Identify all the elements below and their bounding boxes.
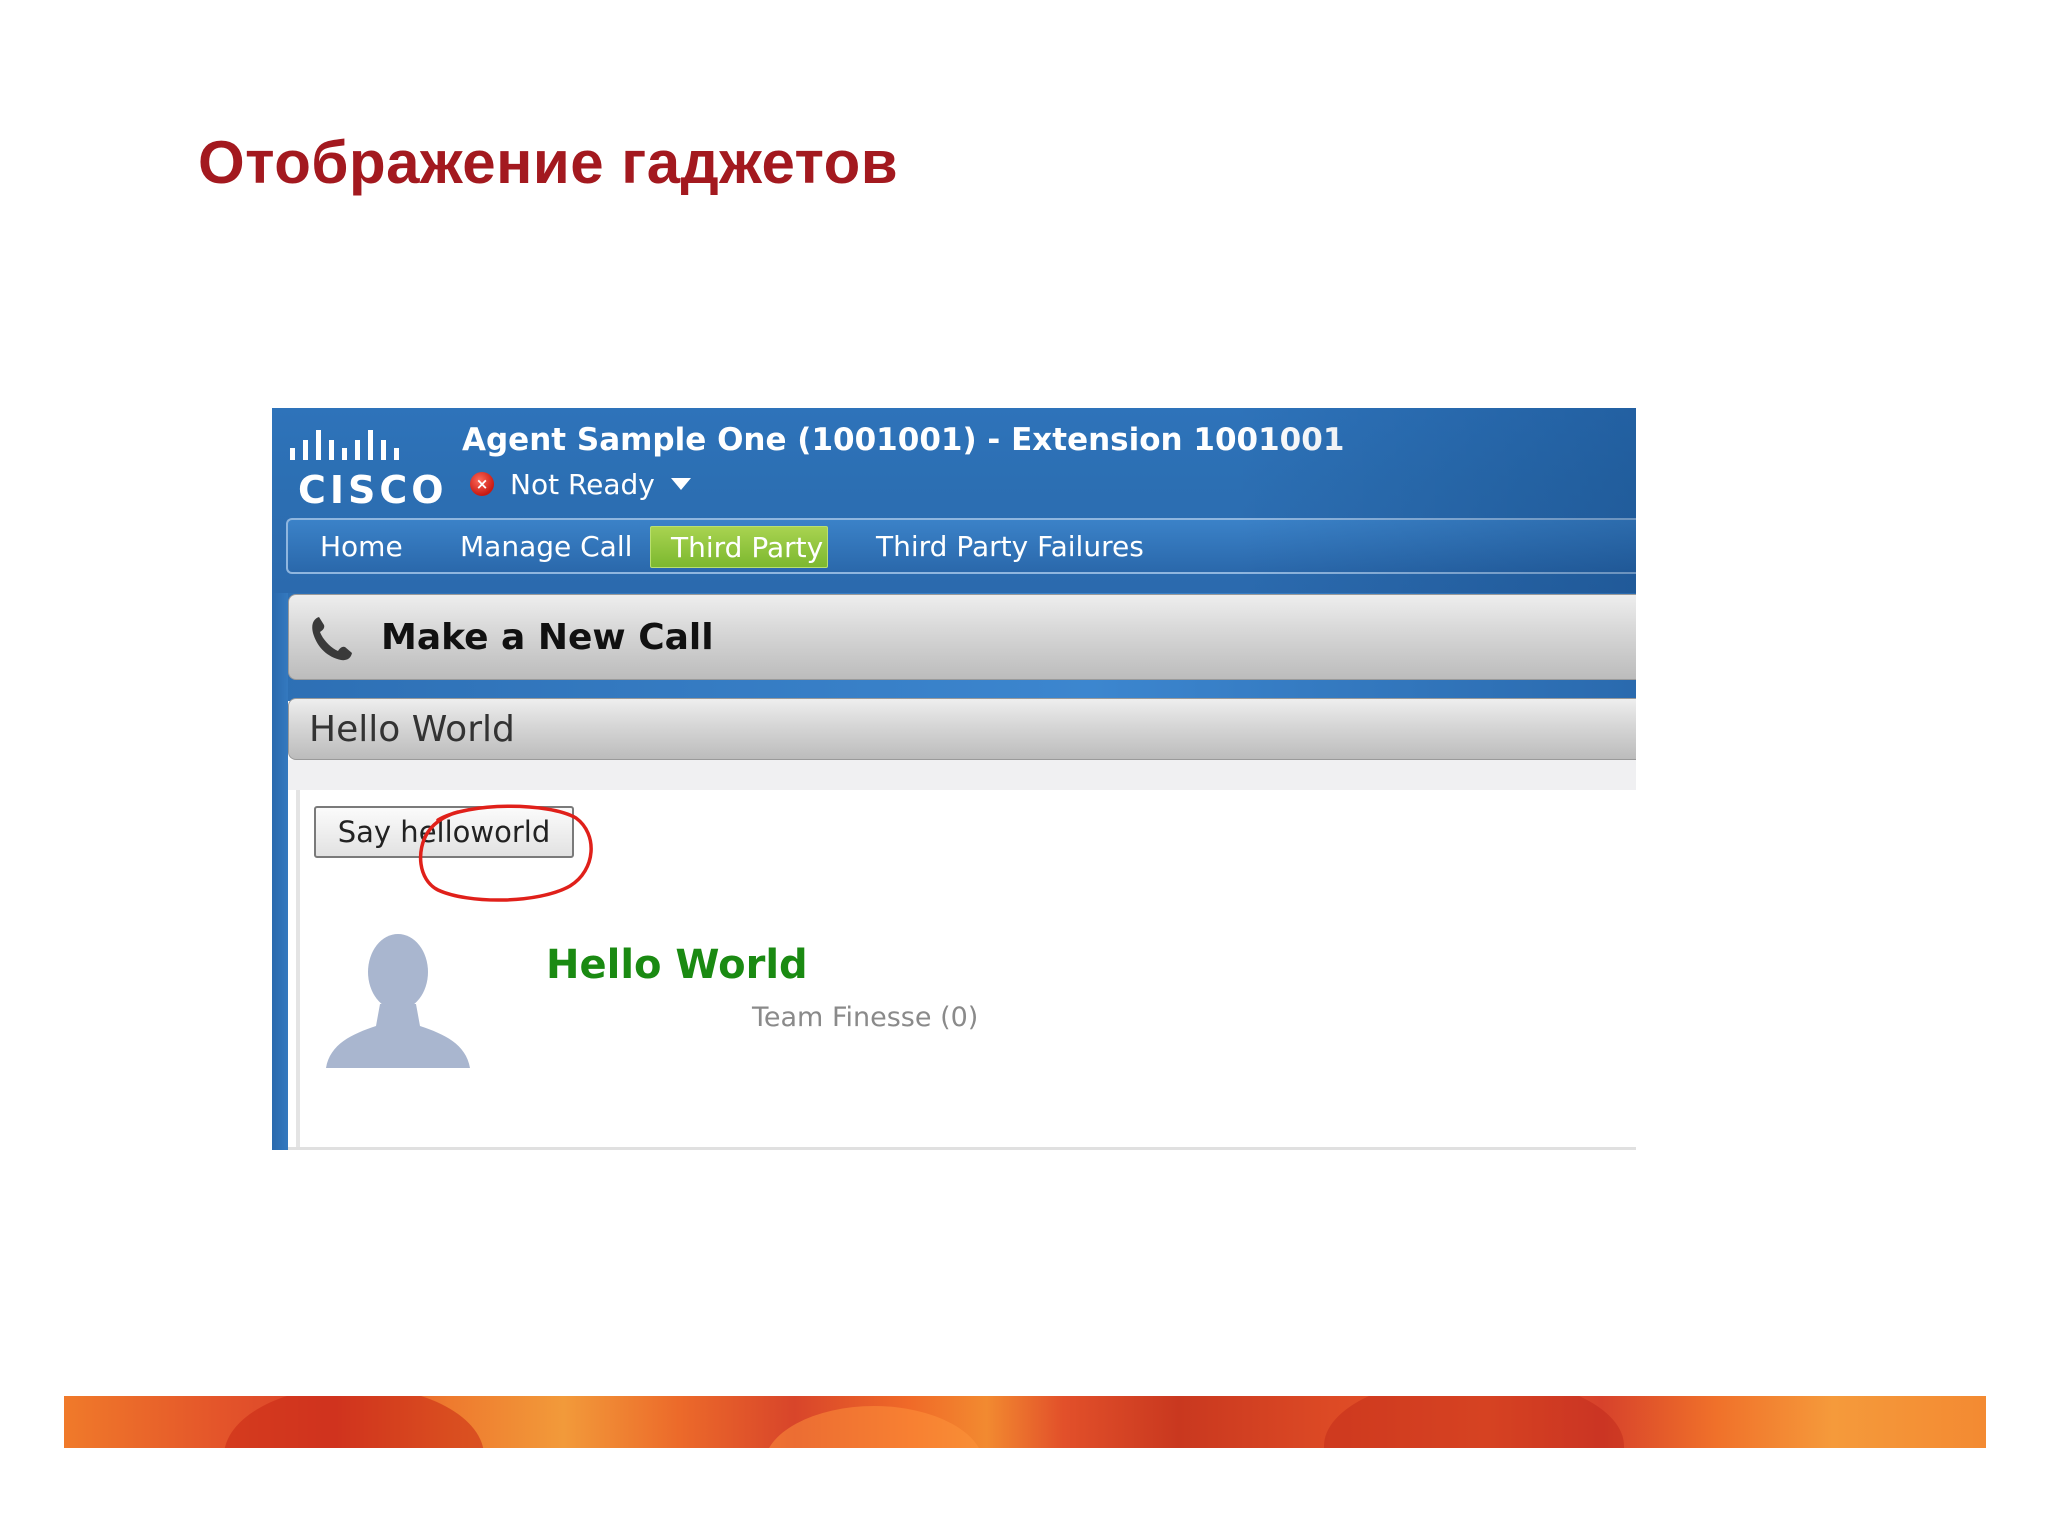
hello-world-gadget-header: Hello World [288, 698, 1636, 760]
make-call-title: Make a New Call [381, 617, 714, 658]
red-circle-annotation [418, 804, 593, 902]
gadget-body-top-strip [288, 760, 1636, 790]
team-label: Team Finesse (0) [752, 1002, 979, 1033]
footer-blob [224, 1396, 484, 1448]
left-frame [272, 593, 288, 1150]
hello-world-greeting: Hello World [546, 942, 808, 988]
cisco-logo-text: CISCO [298, 468, 448, 512]
user-silhouette-icon [326, 934, 470, 1068]
slide-title: Отображение гаджетов [198, 129, 899, 196]
agent-title: Agent Sample One (1001001) - Extension 1… [462, 422, 1345, 458]
finesse-screenshot: CISCO Agent Sample One (1001001) - Exten… [272, 408, 1636, 1150]
make-call-gadget-header[interactable]: Make a New Call [288, 594, 1636, 680]
phone-icon [312, 617, 352, 661]
tab-third-party-failures[interactable]: Third Party Failures [856, 526, 1164, 568]
footer-blob [1324, 1396, 1624, 1448]
chevron-down-icon [670, 478, 691, 490]
app-header: CISCO Agent Sample One (1001001) - Exten… [272, 408, 1636, 593]
footer-blob [764, 1406, 984, 1448]
hello-world-gadget-title: Hello World [309, 709, 515, 750]
tab-home[interactable]: Home [300, 526, 423, 568]
status-dropdown[interactable]: × Not Ready [470, 464, 691, 504]
tab-bar: Home Manage Call Third Party Third Party… [286, 518, 1636, 574]
gadget-body-border [296, 790, 300, 1150]
tab-manage-call[interactable]: Manage Call [440, 526, 652, 568]
error-x-icon: × [470, 472, 494, 496]
tab-third-party[interactable]: Third Party [650, 526, 828, 568]
gadget-body-divider [288, 1147, 1636, 1150]
hello-world-gadget-body: Say helloworld Hello World Team Finesse … [288, 760, 1636, 1150]
status-label: Not Ready [510, 467, 655, 501]
footer-decorative-band [64, 1396, 1986, 1448]
